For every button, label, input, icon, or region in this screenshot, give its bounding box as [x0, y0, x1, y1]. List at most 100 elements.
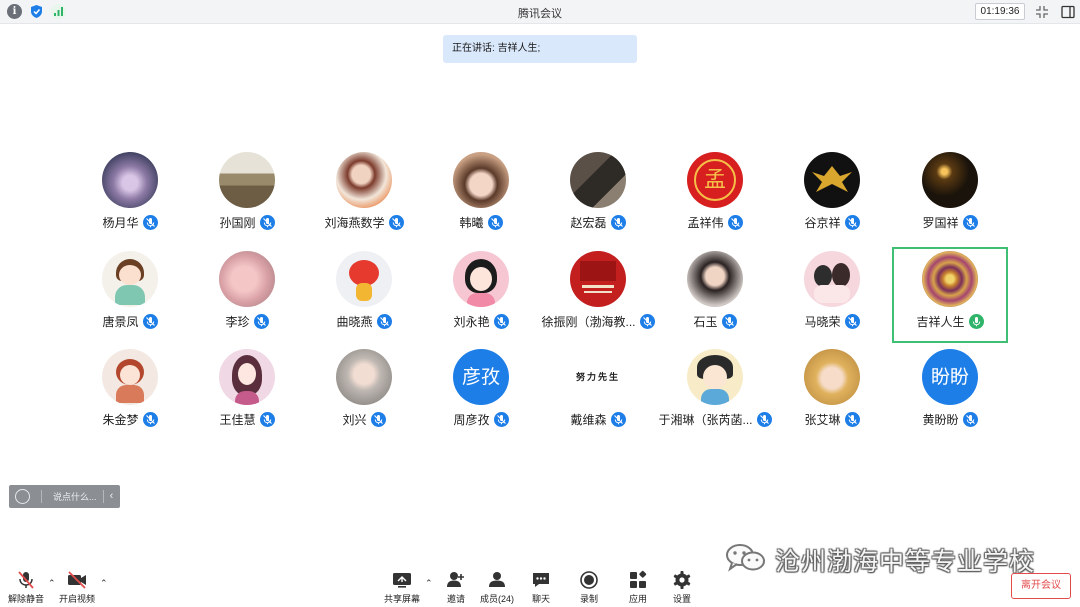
participant-tile[interactable]: 张艾琳 [774, 345, 890, 441]
participant-name: 谷京祥 [804, 216, 841, 230]
mic-muted-icon [721, 314, 737, 329]
participant-tile[interactable]: 唐景凤 [72, 247, 188, 343]
participant-name: 李珍 [225, 315, 250, 329]
avatar: 努力先生 [570, 349, 626, 405]
participant-name-row: 杨月华 [72, 214, 188, 231]
mic-muted-icon [639, 314, 655, 329]
participant-name-row: 徐振刚（渤海教... [540, 313, 656, 330]
share-screen-label: 共享屏幕 [384, 594, 421, 604]
avatar [804, 152, 860, 208]
participant-name-row: 于湘琳（张芮菡... [657, 411, 773, 428]
avatar [922, 152, 978, 208]
participant-tile[interactable]: 石玉 [657, 247, 773, 343]
settings-button[interactable]: 设置 [671, 570, 693, 605]
watermark-text: 沧州渤海中等专业学校 [775, 547, 1036, 576]
participant-tile[interactable]: 谷京祥 [774, 148, 890, 244]
participant-name-row: 戴维森 [540, 411, 656, 428]
avatar [336, 152, 392, 208]
participant-name: 戴维森 [570, 413, 607, 427]
avatar [570, 251, 626, 307]
record-button[interactable]: 录制 [578, 570, 600, 605]
chat-label: 聊天 [531, 594, 550, 604]
chat-placeholder[interactable]: 说点什么... [53, 490, 97, 503]
members-button[interactable]: 成员(24) [480, 570, 514, 605]
participant-name: 韩曦 [459, 216, 484, 230]
participant-tile[interactable]: 吉祥人生 [892, 247, 1008, 343]
video-options-caret-icon[interactable]: ⌃ [100, 578, 108, 589]
participant-tile[interactable]: 彦孜 周彦孜 [423, 345, 539, 441]
avatar [453, 251, 509, 307]
chevron-left-icon[interactable]: ‹ [104, 489, 119, 504]
participant-tile[interactable]: 徐振刚（渤海教... [540, 247, 656, 343]
participant-name-row: 黄盼盼 [892, 411, 1008, 428]
audio-options-caret-icon[interactable]: ⌃ [48, 578, 56, 589]
participant-name-row: 周彦孜 [423, 411, 539, 428]
participant-name: 张艾琳 [804, 413, 841, 427]
share-screen-button[interactable]: 共享屏幕 [384, 570, 420, 605]
muted-mic-icon [18, 571, 34, 589]
avatar [102, 152, 158, 208]
settings-label: 设置 [672, 594, 691, 604]
participant-name: 吉祥人生 [916, 315, 965, 329]
invite-button[interactable]: 邀请 [445, 570, 467, 605]
participant-name: 马晓荣 [804, 315, 841, 329]
mic-muted-icon [844, 412, 860, 427]
mic-muted-icon [962, 215, 978, 230]
avatar [453, 152, 509, 208]
participant-tile[interactable]: 马晓荣 [774, 247, 890, 343]
participant-tile[interactable]: 孙国刚 [189, 148, 305, 244]
mic-muted-icon [259, 215, 275, 230]
avatar [804, 251, 860, 307]
mic-muted-icon [493, 314, 509, 329]
mic-muted-icon [142, 215, 158, 230]
wechat-logo-icon [726, 544, 765, 572]
mic-muted-icon [610, 215, 626, 230]
participant-tile[interactable]: 刘永艳 [423, 247, 539, 343]
mic-muted-icon [727, 215, 743, 230]
participant-tile[interactable]: 曲晓燕 [306, 247, 422, 343]
apps-label: 应用 [628, 594, 647, 604]
avatar [922, 251, 978, 307]
participant-tile[interactable]: 朱金梦 [72, 345, 188, 441]
participant-name: 罗国祥 [922, 216, 959, 230]
participant-name: 孟祥伟 [687, 216, 724, 230]
participant-name-row: 刘海燕数学 [306, 214, 422, 231]
participant-grid: 杨月华 孙国刚 刘海燕数学 韩曦 赵宏磊孟孟祥伟 谷京祥 罗国祥 唐景凤 李珍 曲晓燕 刘永艳 徐振刚… [0, 0, 1080, 607]
participant-tile[interactable]: 努力先生 戴维森 [540, 345, 656, 441]
participant-name-row: 朱金梦 [72, 411, 188, 428]
unmute-label: 解除静音 [8, 594, 45, 604]
members-icon [489, 572, 505, 587]
chat-button[interactable]: 聊天 [530, 570, 552, 605]
participant-name: 王佳慧 [219, 413, 256, 427]
mic-muted-icon [756, 412, 772, 427]
emoji-icon[interactable] [15, 489, 30, 504]
video-off-icon [68, 571, 86, 589]
participant-tile[interactable]: 李珍 [189, 247, 305, 343]
participant-tile[interactable]: 孟孟祥伟 [657, 148, 773, 244]
participant-tile[interactable]: 杨月华 [72, 148, 188, 244]
participant-tile[interactable]: 赵宏磊 [540, 148, 656, 244]
mic-muted-icon [610, 412, 626, 427]
chat-input-bar[interactable]: 说点什么... ‹ [9, 485, 120, 508]
mic-muted-icon [844, 215, 860, 230]
participant-tile[interactable]: 王佳慧 [189, 345, 305, 441]
participant-tile[interactable]: 于湘琳（张芮菡... [657, 345, 773, 441]
mic-muted-icon [844, 314, 860, 329]
participant-tile[interactable]: 罗国祥 [892, 148, 1008, 244]
avatar: 盼盼 [922, 349, 978, 405]
participant-name: 刘永艳 [453, 315, 490, 329]
participant-tile[interactable]: 刘海燕数学 [306, 148, 422, 244]
share-options-caret-icon[interactable]: ⌃ [425, 578, 433, 589]
leave-meeting-button[interactable]: 离开会议 [1011, 573, 1071, 599]
unmute-button[interactable]: 解除静音 [8, 570, 44, 605]
participant-tile[interactable]: 盼盼 黄盼盼 [892, 345, 1008, 441]
avatar [102, 349, 158, 405]
avatar: 孟 [687, 152, 743, 208]
participant-name-row: 马晓荣 [774, 313, 890, 330]
start-video-button[interactable]: 开启视频 [59, 570, 95, 605]
chat-icon [533, 573, 549, 587]
participant-tile[interactable]: 刘兴 [306, 345, 422, 441]
participant-tile[interactable]: 韩曦 [423, 148, 539, 244]
apps-button[interactable]: 应用 [627, 570, 649, 605]
participant-name-row: 韩曦 [423, 214, 539, 231]
